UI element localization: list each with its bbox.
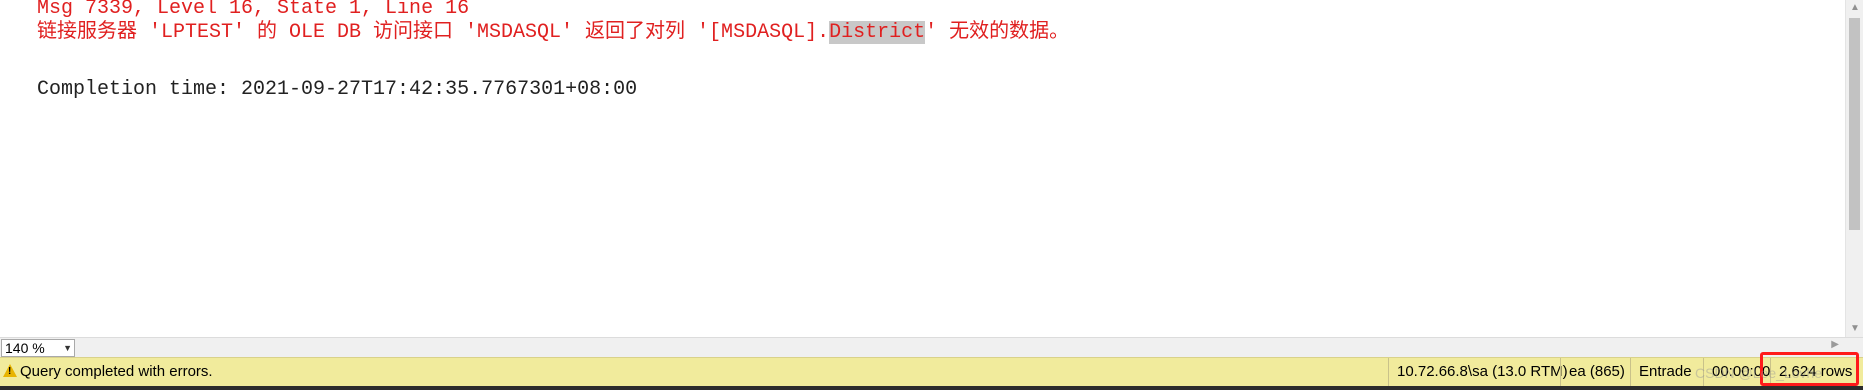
error-header-line: Msg 7339, Level 16, State 1, Line 16 <box>37 0 470 20</box>
status-bar: ! Query completed with errors. 10.72.66.… <box>0 357 1863 386</box>
zoom-dropdown[interactable]: 140 % ▼ <box>1 339 75 357</box>
status-database: Entrade <box>1630 358 1692 386</box>
status-server: 10.72.66.8\sa (13.0 RTM) <box>1388 358 1568 386</box>
status-user: ea (865) <box>1560 358 1625 386</box>
completion-time-line: Completion time: 2021-09-27T17:42:35.776… <box>37 78 638 101</box>
chevron-down-icon[interactable]: ▼ <box>63 340 72 356</box>
warning-icon-mark: ! <box>8 366 12 377</box>
error-detail-tail: ' 无效的数据。 <box>925 21 1070 44</box>
scroll-down-arrow-icon[interactable]: ▼ <box>1846 321 1863 337</box>
watermark: CSDN @Lee_Lovhe <box>1695 365 1823 381</box>
scroll-right-arrow-icon[interactable]: ▶ <box>1831 339 1839 350</box>
vertical-scrollbar[interactable]: ▲ ▼ <box>1845 0 1863 337</box>
scroll-up-arrow-icon[interactable]: ▲ <box>1846 0 1863 16</box>
zoom-value: 140 % <box>5 340 45 356</box>
horizontal-scroll-bar[interactable]: 140 % ▼ ▶ <box>0 337 1863 357</box>
bottom-edge <box>0 386 1863 390</box>
error-detail-line: 链接服务器 'LPTEST' 的 OLE DB 访问接口 'MSDASQL' 返… <box>37 21 1069 45</box>
status-message: Query completed with errors. <box>20 363 213 380</box>
messages-pane[interactable]: Msg 7339, Level 16, State 1, Line 16 链接服… <box>0 0 1845 337</box>
vertical-scroll-thumb[interactable] <box>1849 18 1860 230</box>
error-detail-text: 链接服务器 'LPTEST' 的 OLE DB 访问接口 'MSDASQL' 返… <box>37 21 830 44</box>
highlighted-column-name: District <box>829 21 926 44</box>
